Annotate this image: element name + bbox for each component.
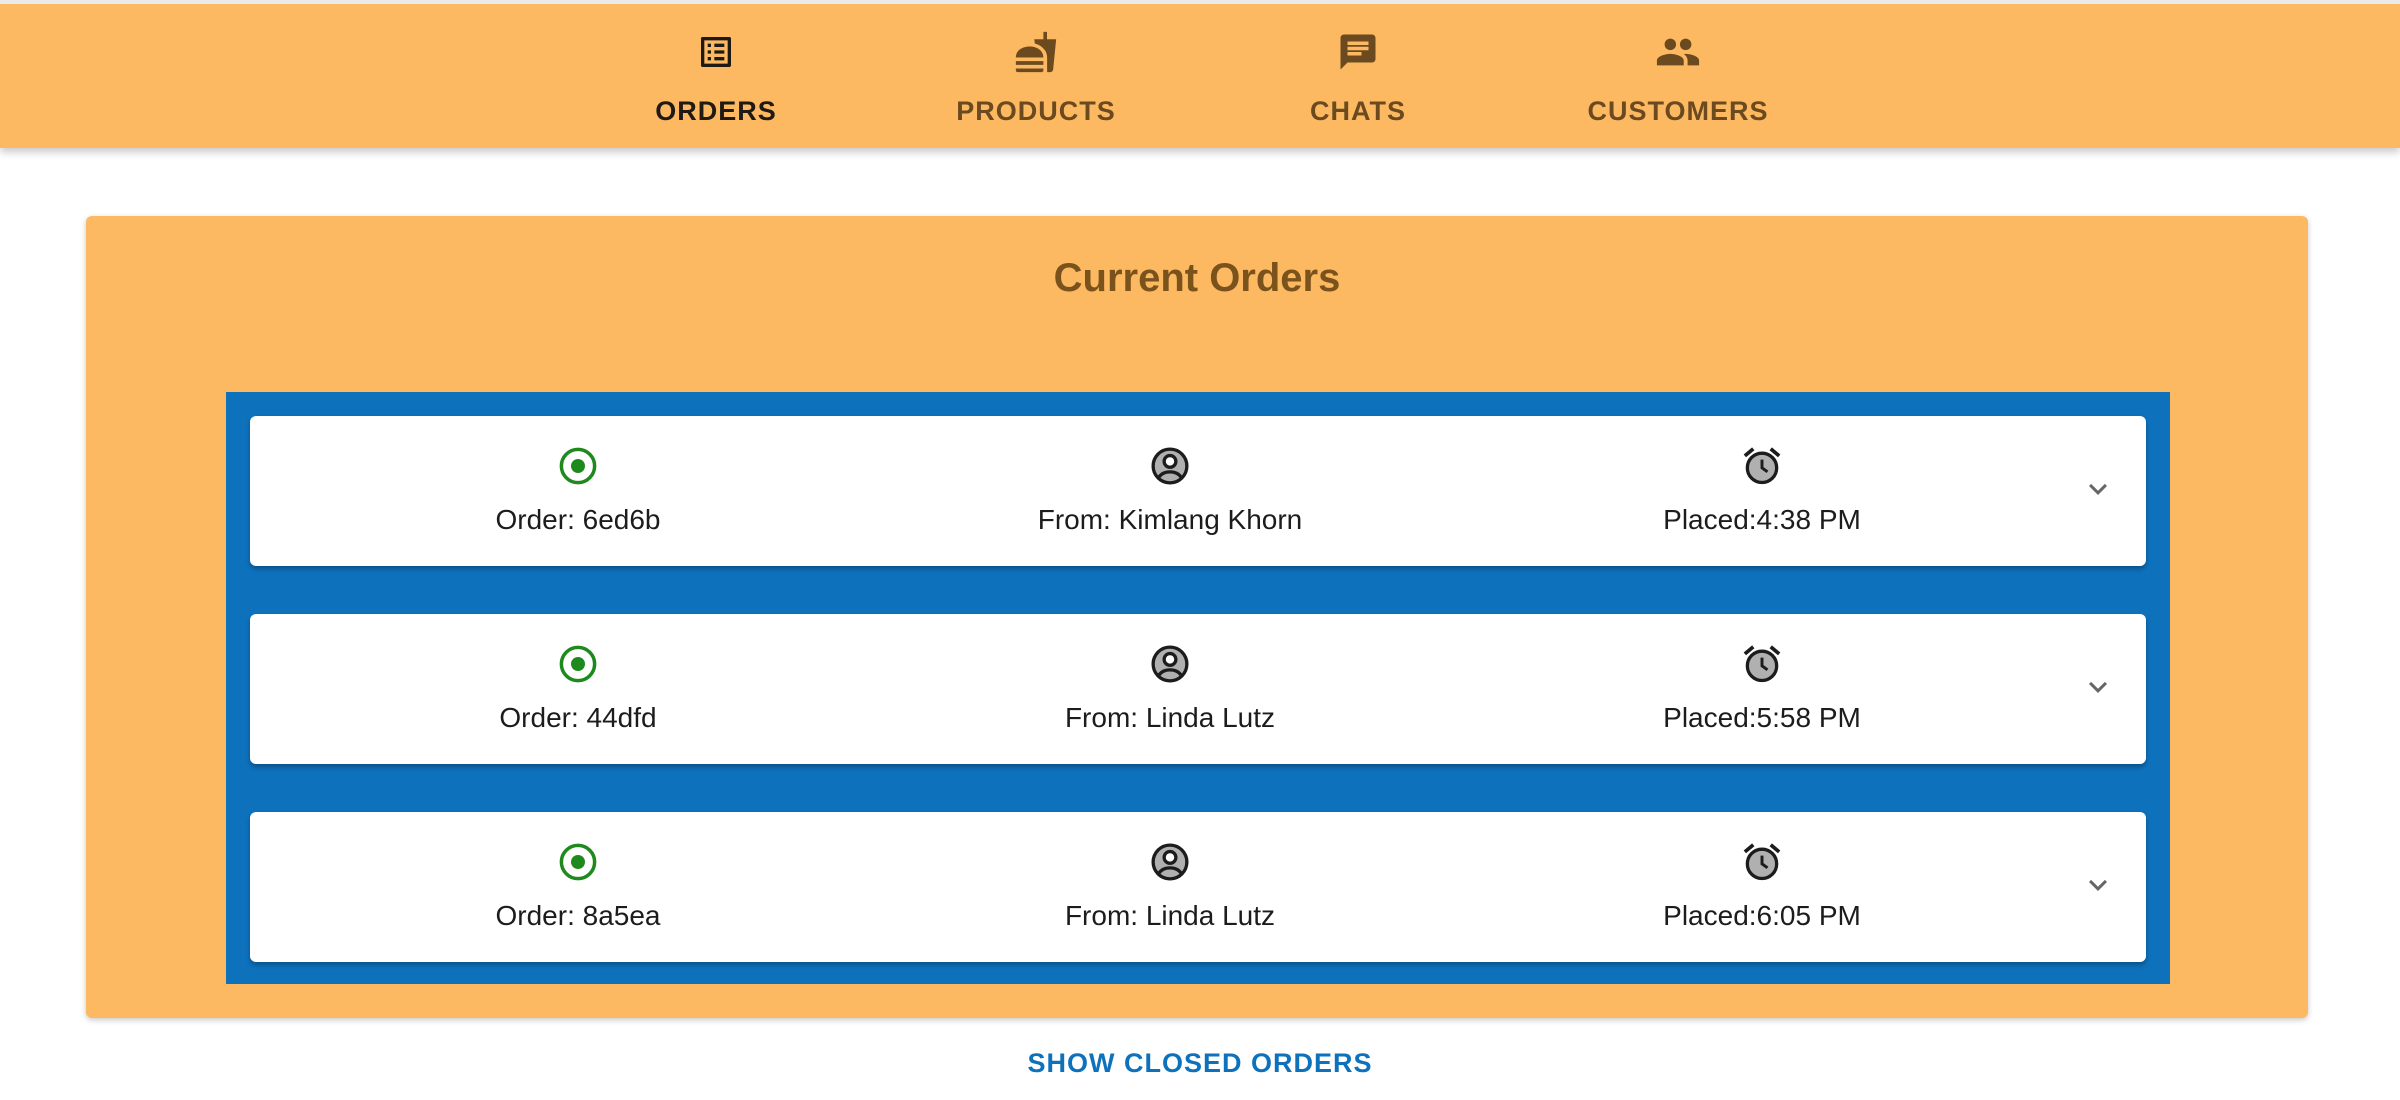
chat-icon (1334, 28, 1382, 76)
list-alt-icon (692, 28, 740, 76)
order-card[interactable]: Order: 8a5ea From: Linda Lutz Placed:6:0… (250, 812, 2146, 962)
tab-orders-label: ORDERS (655, 96, 777, 126)
alarm-clock-icon (1738, 640, 1786, 688)
people-icon (1654, 28, 1702, 76)
chevron-down-icon (2080, 471, 2116, 512)
radio-checked-icon (554, 640, 602, 688)
order-id-cell: Order: 44dfd (358, 640, 798, 734)
chevron-down-icon (2080, 867, 2116, 908)
placed-time-cell: Placed:5:58 PM (1542, 640, 1982, 734)
customer-name: From: Kimlang Khorn (1037, 504, 1303, 535)
customer-cell: From: Kimlang Khorn (950, 442, 1390, 536)
alarm-clock-icon (1738, 838, 1786, 886)
account-circle-icon (1146, 838, 1194, 886)
show-closed-orders-button[interactable]: SHOW CLOSED ORDERS (0, 1048, 2400, 1079)
placed-time-cell: Placed:6:05 PM (1542, 838, 1982, 932)
page-title: Current Orders (1053, 256, 1341, 300)
placed-time: Placed:5:58 PM (1663, 702, 1861, 733)
account-circle-icon (1146, 640, 1194, 688)
order-id-cell: Order: 6ed6b (358, 442, 798, 536)
radio-checked-icon (554, 442, 602, 490)
customer-cell: From: Linda Lutz (950, 838, 1390, 932)
placed-time-cell: Placed:4:38 PM (1542, 442, 1982, 536)
customer-name: From: Linda Lutz (1064, 702, 1276, 733)
order-card[interactable]: Order: 44dfd From: Linda Lutz Placed:5:5… (250, 614, 2146, 764)
expand-button[interactable] (2072, 465, 2124, 517)
current-orders-panel: Current Orders Order: 6ed6b From: Kimlan… (86, 216, 2308, 1018)
tab-products[interactable]: PRODUCTS (916, 4, 1156, 148)
alarm-clock-icon (1738, 442, 1786, 490)
tab-customers-label: CUSTOMERS (1587, 96, 1769, 126)
expand-button[interactable] (2072, 861, 2124, 913)
radio-checked-icon (554, 838, 602, 886)
orders-list: Order: 6ed6b From: Kimlang Khorn Placed:… (226, 392, 2170, 984)
tab-orders[interactable]: ORDERS (616, 4, 816, 148)
placed-time: Placed:4:38 PM (1663, 504, 1861, 535)
tab-products-label: PRODUCTS (956, 96, 1116, 126)
customer-name: From: Linda Lutz (1064, 900, 1276, 931)
order-id: Order: 44dfd (499, 702, 657, 733)
tab-chats[interactable]: CHATS (1258, 4, 1458, 148)
fastfood-icon (1012, 28, 1060, 76)
customer-cell: From: Linda Lutz (950, 640, 1390, 734)
tab-customers[interactable]: CUSTOMERS (1568, 4, 1788, 148)
top-navigation-bar: ORDERS PRODUCTS CHATS CUSTOMERS (0, 0, 2400, 148)
account-circle-icon (1146, 442, 1194, 490)
order-id-cell: Order: 8a5ea (358, 838, 798, 932)
chevron-down-icon (2080, 669, 2116, 710)
order-id: Order: 6ed6b (495, 504, 661, 535)
order-id: Order: 8a5ea (495, 900, 661, 931)
placed-time: Placed:6:05 PM (1663, 900, 1861, 931)
order-card[interactable]: Order: 6ed6b From: Kimlang Khorn Placed:… (250, 416, 2146, 566)
tab-chats-label: CHATS (1310, 96, 1406, 126)
expand-button[interactable] (2072, 663, 2124, 715)
